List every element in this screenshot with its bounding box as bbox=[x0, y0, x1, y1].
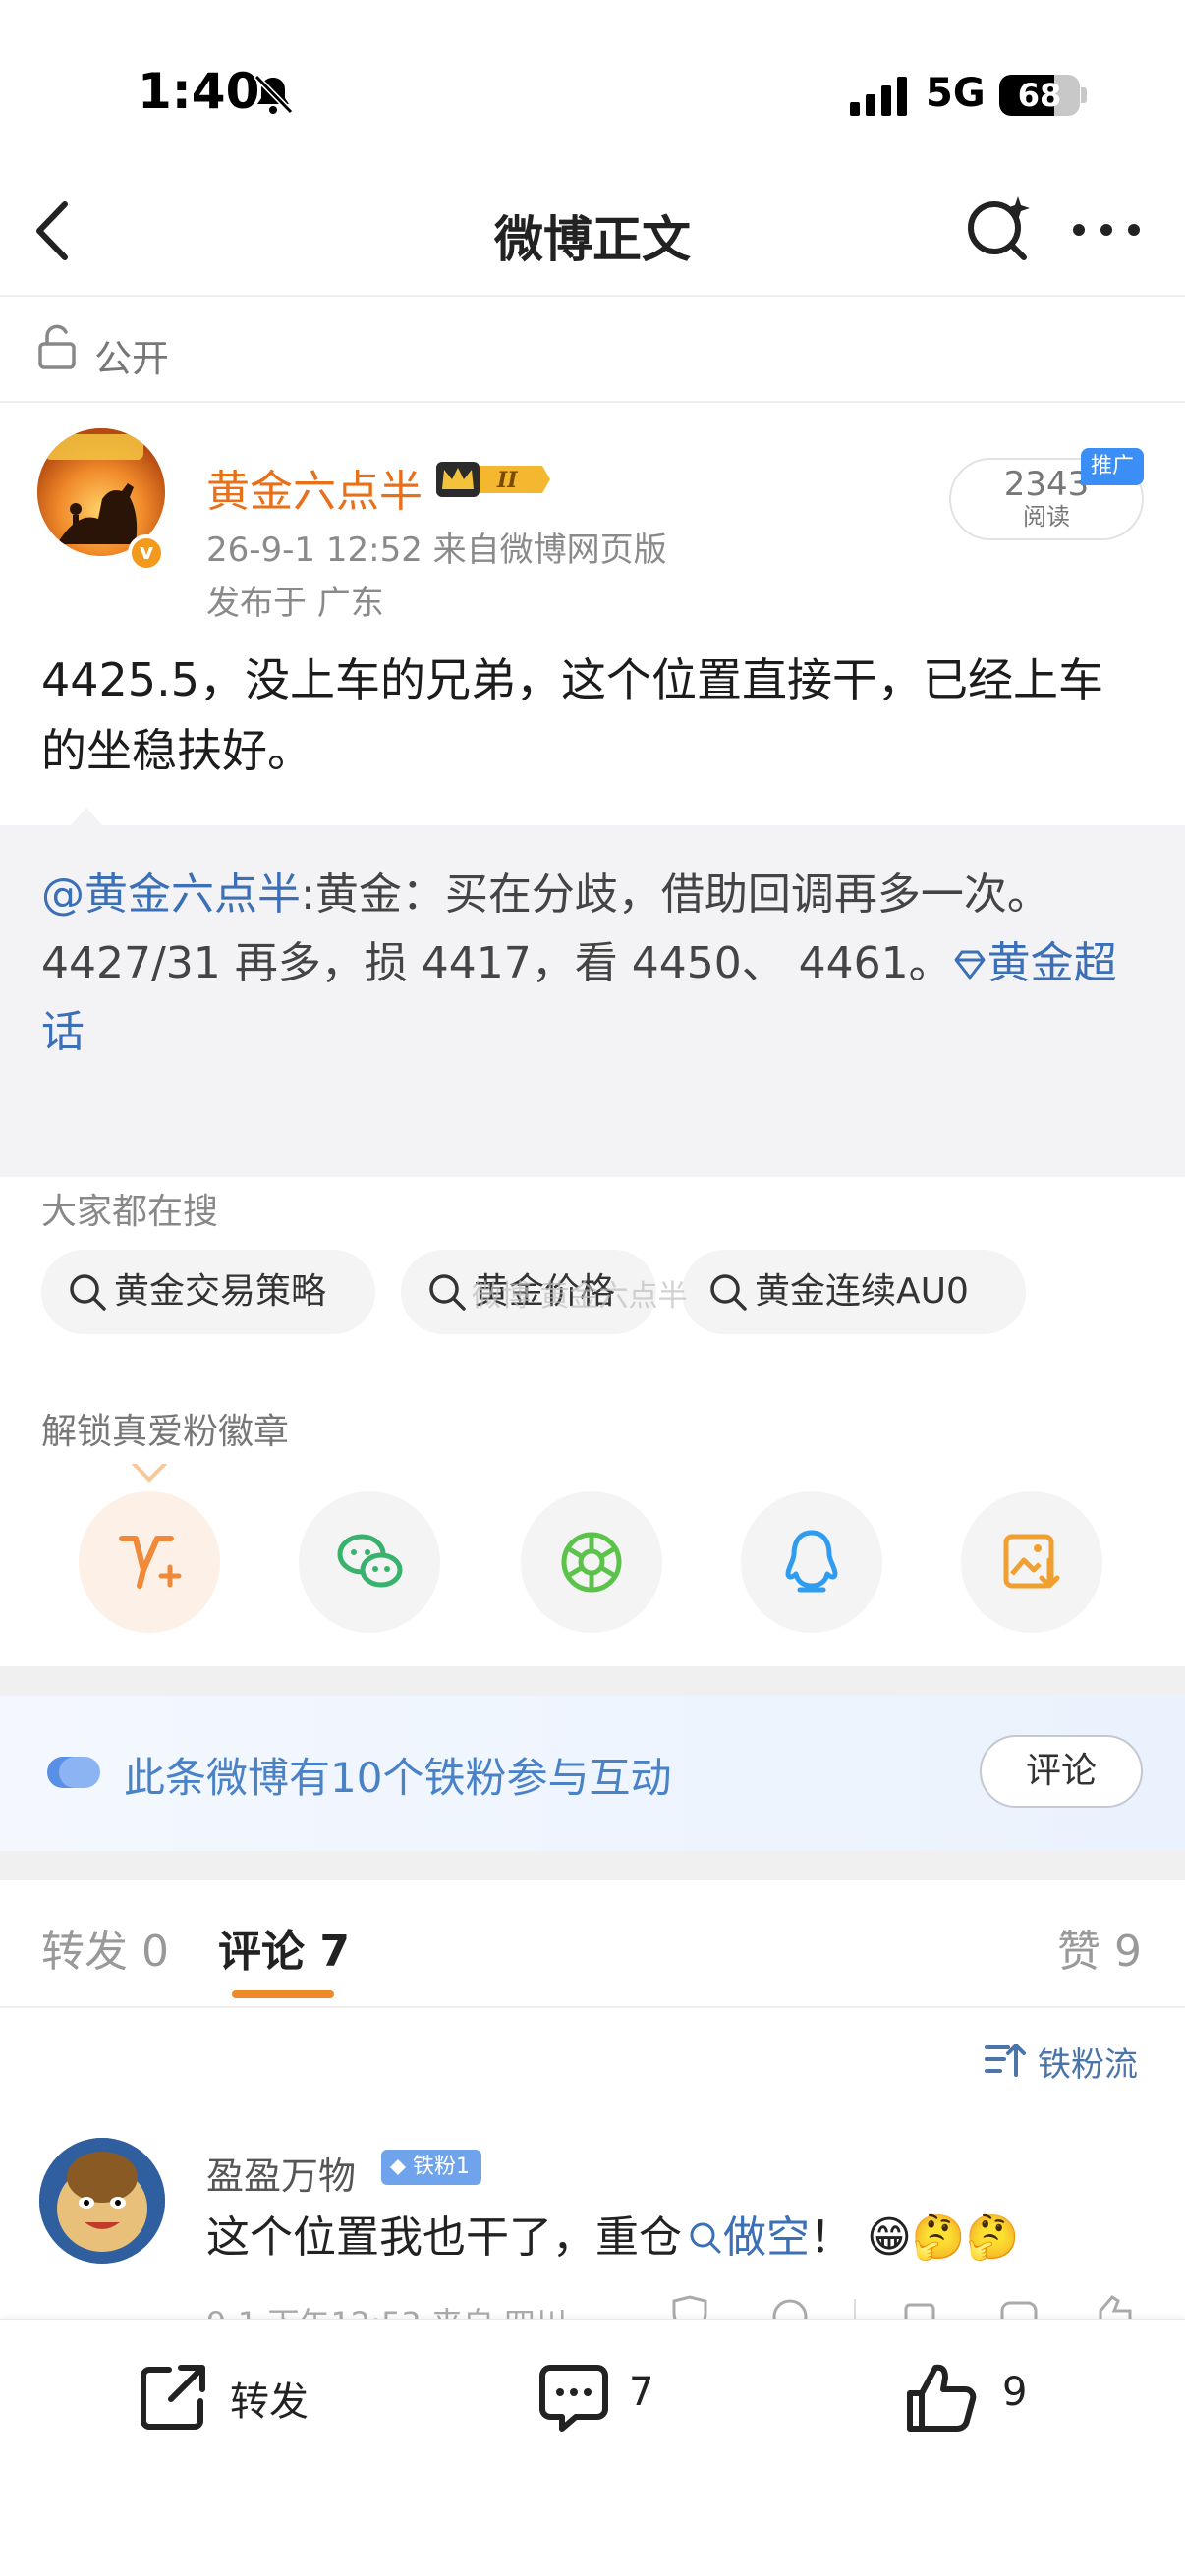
more-icon[interactable] bbox=[1071, 220, 1142, 240]
iron-fan-badge: 铁粉1 bbox=[381, 2150, 481, 2185]
reposted-mention[interactable]: @黄金六点半 bbox=[41, 869, 301, 920]
diamond-icon bbox=[390, 2159, 406, 2175]
comment-count[interactable]: 7 bbox=[629, 2370, 653, 2415]
tab-comment[interactable]: 评论 7 bbox=[218, 1916, 350, 1979]
repost-pointer bbox=[69, 808, 104, 827]
active-tab-indicator bbox=[232, 1990, 334, 1998]
repost-label[interactable]: 转发 bbox=[230, 2370, 309, 2427]
iron-fans-text: 此条微博有10个铁粉参与互动 bbox=[124, 1754, 672, 1802]
comment-icon[interactable] bbox=[536, 2360, 611, 2435]
search-icon bbox=[429, 1274, 466, 1311]
reposted-text: @黄金六点半:黄金：买在分歧，借助回调再多一次。4427/31 再多，损 441… bbox=[41, 861, 1146, 1067]
read-count-label: 阅读 bbox=[1023, 503, 1070, 531]
iron-fan-badge-label: 铁粉1 bbox=[413, 2155, 470, 2179]
post-text: 4425.5，没上车的兄弟，这个位置直接干，已经上车的坐稳扶好。 bbox=[41, 653, 1103, 777]
search-icon bbox=[690, 2222, 721, 2254]
signal-icon bbox=[850, 77, 907, 116]
comment-tail: ！ bbox=[810, 2212, 853, 2263]
search-chip-label: 黄金连续AU0 bbox=[755, 1271, 969, 1312]
battery-icon: 68 bbox=[999, 75, 1080, 116]
svg-text:II: II bbox=[496, 468, 518, 493]
search-chip-label: 黄金交易策略 bbox=[114, 1271, 327, 1312]
search-icon[interactable] bbox=[963, 193, 1034, 263]
tab-repost[interactable]: 转发 0 bbox=[41, 1916, 169, 1979]
section-separator bbox=[0, 1666, 1185, 1696]
search-icon bbox=[70, 1274, 106, 1311]
search-chip[interactable]: 黄金交易策略 bbox=[41, 1250, 375, 1334]
fan-badge-title: 解锁真爱粉徽章 bbox=[41, 1412, 290, 1452]
status-time: 1:40 bbox=[138, 63, 260, 120]
like-count[interactable]: 9 bbox=[1002, 2370, 1027, 2415]
visibility-label: 公开 bbox=[94, 337, 170, 380]
hot-search-title: 大家都在搜 bbox=[41, 1192, 219, 1232]
bell-off-icon bbox=[254, 74, 294, 115]
sort-icon[interactable] bbox=[983, 2040, 1026, 2079]
save-image-button[interactable] bbox=[961, 1491, 1102, 1633]
fans-interact-icon bbox=[47, 1757, 100, 1788]
section-separator bbox=[0, 1851, 1185, 1880]
post-time-source: 26-9-1 12:52 来自微博网页版 bbox=[206, 531, 667, 570]
commenter-avatar[interactable] bbox=[39, 2138, 165, 2264]
post-location: 发布于 广东 bbox=[206, 584, 384, 623]
vplus-button[interactable] bbox=[79, 1491, 220, 1633]
watermark: 微博 黄金六点半 bbox=[472, 1279, 688, 1314]
qq-share-button[interactable] bbox=[741, 1491, 882, 1633]
tooltip-pointer bbox=[132, 1464, 167, 1483]
network-type: 5G bbox=[926, 71, 986, 116]
divider bbox=[0, 2006, 1185, 2008]
search-icon bbox=[710, 1274, 747, 1311]
promote-badge[interactable]: 推广 bbox=[1081, 448, 1144, 485]
battery-level: 68 bbox=[1017, 77, 1062, 114]
commenter-name[interactable]: 盈盈万物 bbox=[206, 2146, 356, 2200]
like-icon[interactable] bbox=[904, 2360, 979, 2435]
wechat-share-button[interactable] bbox=[299, 1491, 440, 1633]
battery-cap bbox=[1081, 87, 1087, 103]
comment-text: 这个位置我也干了，重仓 做空！ 😁🤔🤔 bbox=[206, 2207, 1019, 2269]
member-crown-icon[interactable]: II bbox=[436, 458, 550, 501]
comment-button[interactable]: 评论 bbox=[980, 1735, 1143, 1808]
divider bbox=[0, 401, 1185, 403]
sort-label[interactable]: 铁粉流 bbox=[1038, 2038, 1138, 2086]
comment-link-label: 做空 bbox=[723, 2212, 810, 2263]
comment-body: 这个位置我也干了，重仓 bbox=[206, 2212, 682, 2263]
verified-badge: v bbox=[128, 534, 165, 572]
wechat-icon bbox=[337, 1534, 403, 1588]
diamond-icon bbox=[954, 950, 986, 980]
divider bbox=[0, 295, 1185, 297]
search-chip[interactable]: 黄金连续AU0 bbox=[682, 1250, 1026, 1334]
repost-icon[interactable] bbox=[136, 2360, 210, 2435]
comment-emojis: 😁🤔🤔 bbox=[867, 2212, 1020, 2263]
vplus-icon bbox=[119, 1536, 182, 1589]
unlock-icon bbox=[38, 324, 76, 369]
qq-icon bbox=[785, 1530, 838, 1593]
moments-share-button[interactable] bbox=[521, 1491, 662, 1633]
save-image-icon bbox=[1003, 1534, 1060, 1589]
bottom-action-bar bbox=[0, 2319, 1185, 2576]
moments-icon bbox=[561, 1532, 622, 1593]
author-name[interactable]: 黄金六点半 bbox=[206, 456, 423, 519]
tab-like[interactable]: 赞 9 bbox=[1057, 1916, 1142, 1979]
comment-search-link[interactable]: 做空 bbox=[682, 2212, 810, 2263]
